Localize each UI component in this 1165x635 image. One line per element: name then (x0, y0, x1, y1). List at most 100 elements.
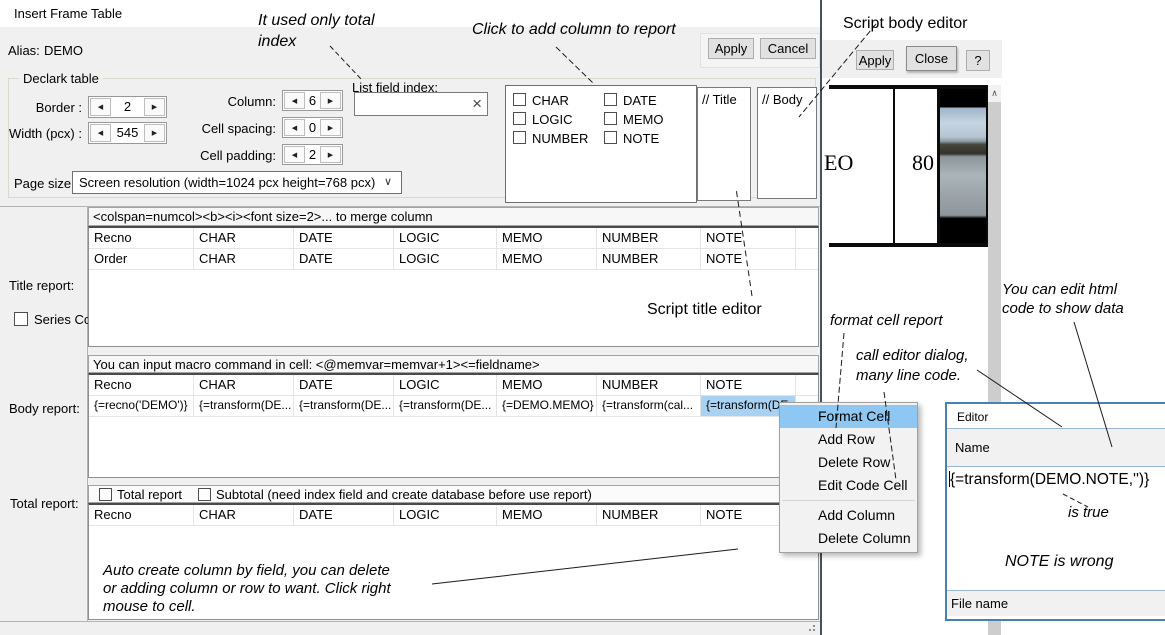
table-cell[interactable]: {=DEMO.MEMO} (497, 396, 597, 416)
annotation-script-body-editor: Script body editor (843, 14, 968, 33)
checkbox-memo-label: MEMO (623, 112, 663, 127)
preview-apply-button[interactable]: Apply (856, 50, 894, 70)
table-cell[interactable]: NOTE (701, 375, 796, 395)
spin-right-icon[interactable]: ▶ (320, 146, 341, 163)
table-cell[interactable]: NOTE (701, 228, 796, 248)
table-row: RecnoCHARDATELOGICMEMONUMBERNOTE (89, 228, 818, 249)
editor-file-name-field[interactable]: File name (947, 590, 1165, 616)
table-cell[interactable]: NUMBER (597, 505, 701, 525)
table-cell[interactable]: DATE (294, 228, 394, 248)
spin-left-icon[interactable]: ◀ (90, 98, 111, 116)
title-script-editor[interactable]: // Title (697, 87, 751, 201)
checkbox-date[interactable] (604, 93, 617, 106)
table-cell[interactable]: {=transform(cal... (597, 396, 701, 416)
table-cell[interactable]: NUMBER (597, 249, 701, 269)
cell-padding-stepper[interactable]: ◀ 2 ▶ (282, 144, 343, 165)
table-cell[interactable]: Recno (89, 375, 194, 395)
spin-left-icon[interactable]: ◀ (284, 146, 305, 163)
menu-item-delete-row[interactable]: Delete Row (780, 451, 917, 474)
cell-padding-value[interactable]: 2 (306, 145, 319, 164)
menu-item-add-row[interactable]: Add Row (780, 428, 917, 451)
table-cell[interactable]: LOGIC (394, 375, 497, 395)
table-cell[interactable]: Recno (89, 228, 194, 248)
table-cell[interactable]: DATE (294, 375, 394, 395)
list-field-index-input[interactable]: × (354, 92, 488, 116)
menu-item-edit-code-cell[interactable]: Edit Code Cell (780, 474, 917, 497)
table-cell[interactable]: {=transform(DE... (294, 396, 394, 416)
table-cell[interactable] (796, 375, 818, 395)
table-cell[interactable]: {=recno('DEMO')} (89, 396, 194, 416)
spin-right-icon[interactable]: ▶ (144, 124, 165, 142)
table-cell[interactable]: LOGIC (394, 505, 497, 525)
menu-separator (782, 500, 915, 501)
title-report-table: RecnoCHARDATELOGICMEMONUMBERNOTE OrderCH… (88, 226, 819, 347)
subtotal-checkbox[interactable] (198, 488, 211, 501)
editor-name-field[interactable]: Name (947, 428, 1165, 466)
table-cell[interactable]: LOGIC (394, 249, 497, 269)
cell-context-menu: Format Cell Add Row Delete Row Edit Code… (779, 402, 918, 553)
table-cell[interactable] (796, 249, 818, 269)
checkbox-char-label: CHAR (532, 93, 569, 108)
table-cell[interactable]: CHAR (194, 505, 294, 525)
series-col-checkbox[interactable] (14, 312, 28, 326)
resize-grip[interactable] (813, 629, 815, 631)
column-value[interactable]: 6 (306, 91, 319, 110)
page-size-label: Page size: (14, 176, 75, 191)
preview-help-button[interactable]: ? (966, 50, 990, 71)
status-strip (0, 622, 820, 635)
menu-item-delete-column[interactable]: Delete Column (780, 527, 917, 550)
table-cell[interactable]: DATE (294, 249, 394, 269)
table-cell[interactable]: NUMBER (597, 375, 701, 395)
table-cell[interactable]: {=transform(DE... (394, 396, 497, 416)
table-cell[interactable]: MEMO (497, 505, 597, 525)
body-script-editor[interactable]: // Body (757, 87, 817, 199)
scrollbar-up-icon[interactable]: ∧ (988, 85, 1001, 102)
title-report-hint: <colspan=numcol><b><i><font size=2>... t… (88, 207, 819, 226)
spin-right-icon[interactable]: ▶ (320, 119, 341, 136)
table-cell[interactable]: CHAR (194, 375, 294, 395)
checkbox-logic-label: LOGIC (532, 112, 572, 127)
table-cell[interactable]: DATE (294, 505, 394, 525)
preview-close-button[interactable]: Close (906, 46, 957, 71)
menu-item-format-cell[interactable]: Format Cell (780, 405, 917, 428)
table-cell[interactable]: CHAR (194, 228, 294, 248)
cell-spacing-stepper[interactable]: ◀ 0 ▶ (282, 117, 343, 138)
table-cell[interactable]: NOTE (701, 249, 796, 269)
column-stepper[interactable]: ◀ 6 ▶ (282, 90, 343, 111)
spin-left-icon[interactable]: ◀ (284, 92, 305, 109)
width-value[interactable]: 545 (112, 123, 143, 143)
cell-spacing-value[interactable]: 0 (306, 118, 319, 137)
width-stepper[interactable]: ◀ 545 ▶ (88, 122, 167, 144)
cancel-button[interactable]: Cancel (760, 38, 816, 59)
table-cell[interactable]: MEMO (497, 375, 597, 395)
total-report-checkbox[interactable] (99, 488, 112, 501)
page-size-dropdown[interactable]: Screen resolution (width=1024 pcx height… (72, 171, 402, 194)
checkbox-memo[interactable] (604, 112, 617, 125)
dialog-titlebar: Insert Frame Table (0, 0, 820, 27)
checkbox-number[interactable] (513, 131, 526, 144)
table-cell[interactable]: NUMBER (597, 228, 701, 248)
preview-photo-thumbnail (940, 89, 986, 243)
table-cell[interactable]: CHAR (194, 249, 294, 269)
spin-right-icon[interactable]: ▶ (320, 92, 341, 109)
checkbox-logic[interactable] (513, 112, 526, 125)
table-cell[interactable]: {=transform(DE... (194, 396, 294, 416)
table-cell[interactable] (796, 228, 818, 248)
border-stepper[interactable]: ◀ 2 ▶ (88, 96, 167, 118)
menu-item-add-column[interactable]: Add Column (780, 504, 917, 527)
apply-button[interactable]: Apply (708, 38, 754, 59)
table-cell[interactable]: MEMO (497, 249, 597, 269)
clear-icon[interactable]: × (472, 94, 482, 114)
editor-code-textarea[interactable]: {=transform(DEMO.NOTE,'')} (947, 466, 1165, 590)
spin-left-icon[interactable]: ◀ (90, 124, 111, 142)
border-value[interactable]: 2 (112, 97, 143, 117)
spin-right-icon[interactable]: ▶ (144, 98, 165, 116)
table-cell[interactable]: Recno (89, 505, 194, 525)
checkbox-note[interactable] (604, 131, 617, 144)
spin-left-icon[interactable]: ◀ (284, 119, 305, 136)
editor-dialog-title: Editor (947, 404, 1165, 428)
table-cell[interactable]: LOGIC (394, 228, 497, 248)
table-cell[interactable]: MEMO (497, 228, 597, 248)
table-cell[interactable]: Order (89, 249, 194, 269)
checkbox-char[interactable] (513, 93, 526, 106)
